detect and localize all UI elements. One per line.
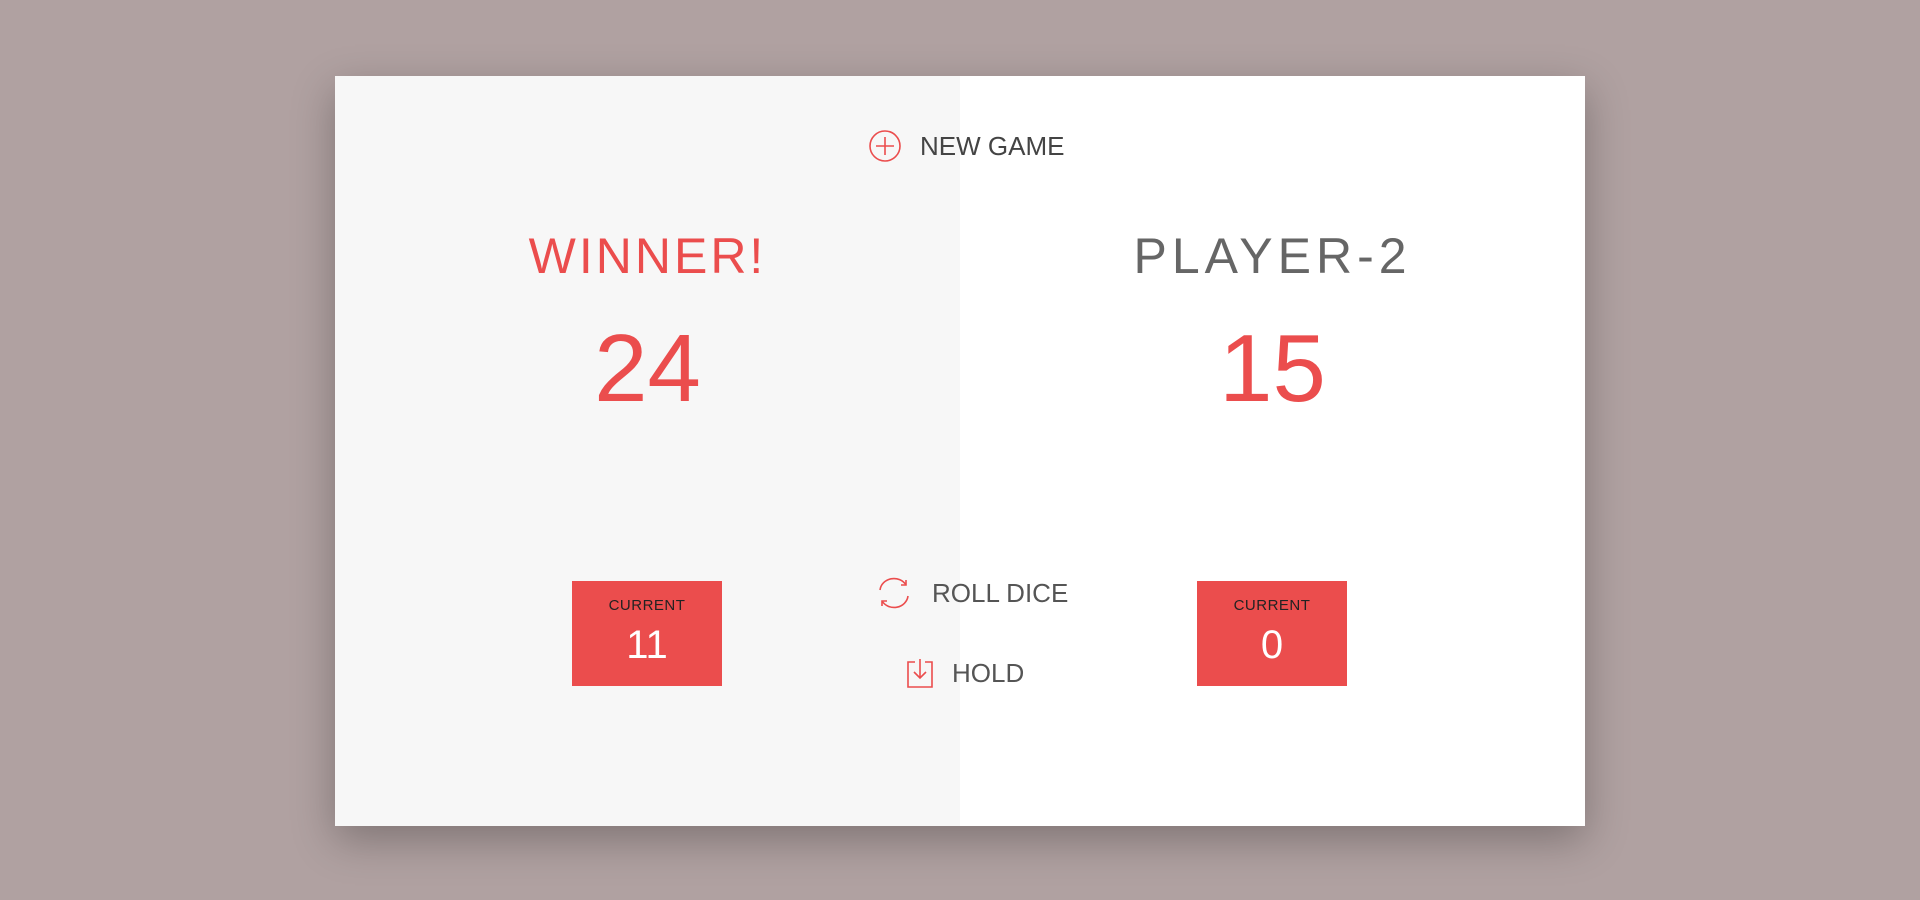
player-panel-2: PLAYER-2 15 CURRENT 0: [960, 76, 1585, 826]
new-game-label: NEW GAME: [920, 130, 1065, 161]
roll-dice-label: ROLL DICE: [932, 577, 1069, 608]
download-icon: [906, 657, 934, 689]
player-current-box: CURRENT 11: [572, 581, 722, 686]
player-score: 15: [1219, 315, 1326, 422]
refresh-icon: [874, 575, 914, 611]
hold-button[interactable]: HOLD: [900, 653, 1030, 693]
player-current-box: CURRENT 0: [1197, 581, 1347, 686]
player-name: PLAYER-2: [1133, 228, 1412, 284]
current-score: 0: [1260, 623, 1284, 667]
plus-circle-icon: [868, 129, 902, 163]
player-panel-1: WINNER! 24 CURRENT 11: [335, 76, 960, 826]
hold-label: HOLD: [952, 657, 1025, 688]
player-score: 24: [594, 315, 701, 422]
player-name: WINNER!: [528, 228, 767, 284]
current-label: CURRENT: [608, 597, 686, 614]
game-board: WINNER! 24 CURRENT 11 PLAYER-2 15 CURREN…: [335, 76, 1585, 826]
current-score: 11: [626, 623, 668, 667]
current-label: CURRENT: [1233, 597, 1311, 614]
roll-dice-button[interactable]: ROLL DICE: [868, 572, 1074, 614]
new-game-button[interactable]: NEW GAME: [862, 126, 1070, 166]
